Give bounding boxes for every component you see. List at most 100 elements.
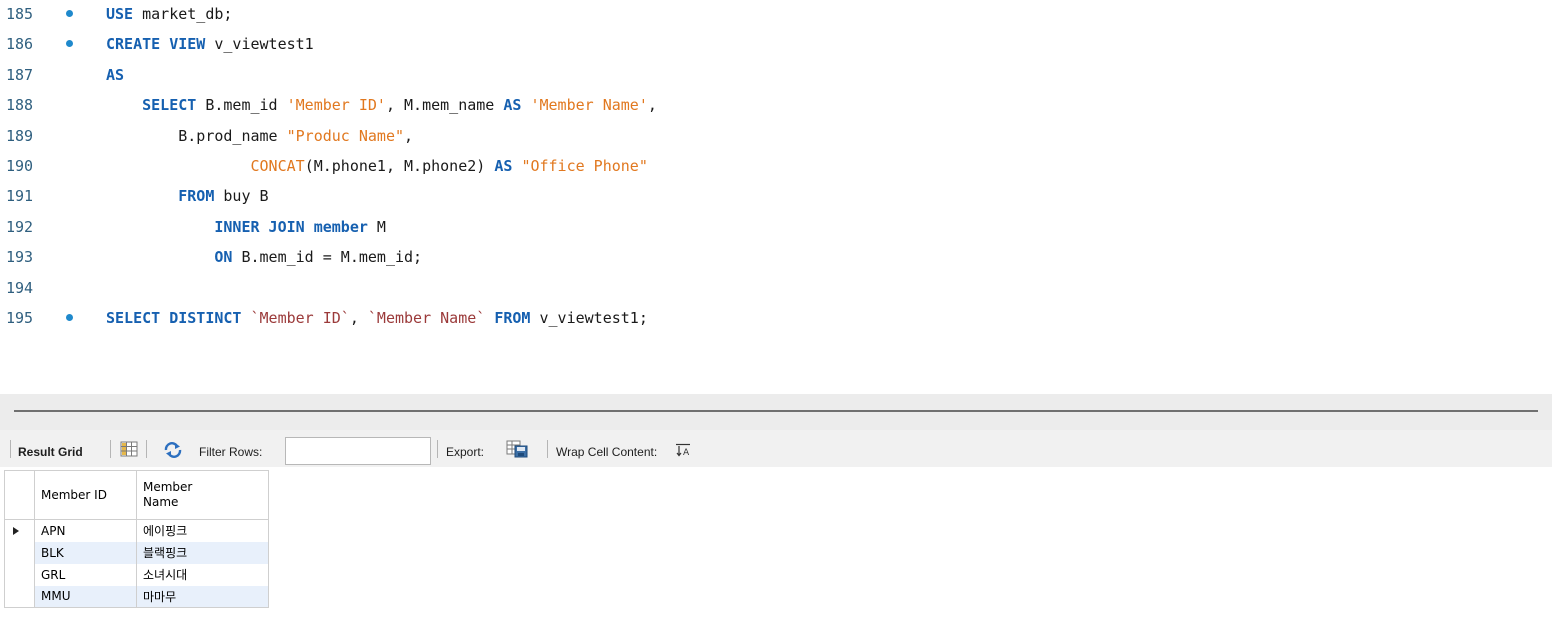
sql-keyword: SELECT — [142, 96, 197, 115]
sql-text: v_viewtest1 — [205, 35, 314, 54]
result-table: Member ID Member Name APN 에이핑크 BLK 블랙핑크 — [4, 470, 269, 608]
filter-rows-label: Filter Rows: — [199, 445, 263, 459]
code-line[interactable]: 190 CONCAT(M.phone1, M.phone2) AS "Offic… — [0, 152, 1552, 182]
cell-member-name[interactable]: 마마무 — [136, 585, 269, 608]
line-number: 190 — [6, 157, 34, 175]
table-row[interactable]: MMU 마마무 — [4, 585, 269, 608]
code-text: ON B.mem_id = M.mem_id; — [106, 248, 422, 266]
row-selector[interactable] — [4, 541, 35, 564]
sql-string: "Produc Name" — [286, 126, 405, 145]
sql-keyword: AS — [494, 157, 513, 175]
code-line[interactable]: 188 SELECT B.mem_id 'Member ID', M.mem_n… — [0, 91, 1552, 121]
cell-member-id[interactable]: APN — [34, 519, 137, 542]
table-header-row: Member ID Member Name — [4, 470, 269, 520]
sql-text: , — [404, 126, 414, 145]
line-number: 187 — [6, 65, 34, 84]
row-selector[interactable] — [4, 585, 35, 608]
cell-member-id[interactable]: MMU — [34, 585, 137, 608]
statement-marker-icon — [66, 10, 73, 17]
column-header-label: Member — [143, 480, 193, 494]
table-row[interactable]: GRL 소녀시대 — [4, 563, 269, 586]
sql-keyword: INNER JOIN — [214, 217, 305, 236]
line-number: 188 — [6, 96, 34, 115]
code-line[interactable]: 195 SELECT DISTINCT `Member ID`, `Member … — [0, 304, 1552, 334]
sql-keyword: FROM — [494, 309, 531, 327]
sql-keyword: USE — [106, 5, 134, 23]
code-line[interactable]: 194 — [0, 274, 1552, 304]
splitter-handle[interactable] — [14, 410, 1538, 412]
sql-text: , M.mem_name — [385, 96, 504, 115]
statement-marker-icon — [66, 40, 73, 48]
toolbar-separator — [10, 440, 11, 458]
sql-text: B.mem_id = M.mem_id; — [232, 248, 423, 267]
export-label: Export: — [446, 445, 485, 459]
statement-marker-icon — [66, 314, 73, 321]
sql-keyword: ON — [214, 248, 233, 267]
code-text: AS — [106, 66, 124, 84]
code-text: SELECT B.mem_id 'Member ID', M.mem_name … — [106, 96, 657, 114]
cell-member-id[interactable]: GRL — [34, 563, 137, 586]
cell-member-name[interactable]: 블랙핑크 — [136, 541, 269, 564]
cell-member-name[interactable]: 에이핑크 — [136, 519, 269, 542]
sql-text: market_db; — [133, 5, 233, 23]
toolbar-separator — [437, 440, 438, 458]
row-header-corner[interactable] — [4, 470, 35, 520]
current-row-arrow-icon — [13, 527, 19, 535]
sql-text: B.mem_id — [196, 96, 287, 115]
filter-rows-input[interactable] — [285, 437, 431, 465]
line-number: 194 — [6, 278, 34, 297]
sql-function: CONCAT — [250, 157, 305, 175]
code-line[interactable]: 192 INNER JOIN member M — [0, 213, 1552, 243]
sql-text: , — [349, 309, 368, 327]
sql-keyword: FROM — [178, 187, 215, 206]
wrap-cell-content-label: Wrap Cell Content: — [556, 445, 658, 459]
sql-text: (M.phone1, M.phone2) — [304, 157, 495, 175]
sql-text: B.prod_name — [106, 126, 287, 145]
sql-string: 'Member Name' — [530, 96, 648, 115]
sql-text: buy B — [214, 187, 269, 206]
sql-keyword: AS — [503, 96, 522, 115]
column-header-label: Member ID — [41, 488, 107, 502]
sql-keyword: CREATE VIEW — [106, 35, 206, 54]
code-line[interactable]: 186 CREATE VIEW v_viewtest1 — [0, 30, 1552, 60]
grid-view-icon[interactable] — [120, 441, 138, 460]
line-number: 185 — [6, 5, 34, 23]
sql-keyword: AS — [106, 65, 125, 84]
code-line[interactable]: 187 AS — [0, 61, 1552, 91]
sql-keyword: member — [313, 217, 368, 236]
sql-text: , — [647, 96, 657, 115]
line-number: 191 — [6, 187, 34, 206]
cell-member-id[interactable]: BLK — [34, 541, 137, 564]
code-text: B.prod_name "Produc Name", — [106, 127, 413, 145]
table-row[interactable]: APN 에이핑크 — [4, 519, 269, 542]
code-line[interactable]: 191 FROM buy B — [0, 182, 1552, 212]
result-toolbar: Result Grid Filter Rows: Export: Wrap Ce… — [0, 430, 1552, 467]
wrap-cell-icon[interactable]: A — [675, 443, 691, 460]
row-selector[interactable] — [4, 519, 35, 542]
column-header-member-id[interactable]: Member ID — [34, 470, 137, 520]
cell-member-name[interactable]: 소녀시대 — [136, 563, 269, 586]
sql-editor[interactable]: 185 USE market_db; 186 CREATE VIEW v_viewte… — [0, 0, 1552, 394]
code-line[interactable]: 193 ON B.mem_id = M.mem_id; — [0, 243, 1552, 273]
refresh-icon[interactable] — [163, 442, 183, 461]
table-row[interactable]: BLK 블랙핑크 — [4, 541, 269, 564]
sql-text: M — [367, 217, 386, 236]
toolbar-separator — [110, 440, 111, 458]
panel-splitter[interactable] — [0, 394, 1552, 430]
line-number: 193 — [6, 248, 34, 267]
code-text: CONCAT(M.phone1, M.phone2) AS "Office Ph… — [106, 157, 648, 175]
code-text: INNER JOIN member M — [106, 218, 386, 236]
svg-text:A: A — [683, 448, 690, 457]
column-header-label: Name — [143, 495, 179, 509]
code-line[interactable]: 185 USE market_db; — [0, 0, 1552, 30]
column-header-member-name[interactable]: Member Name — [136, 470, 269, 520]
export-icon[interactable] — [506, 440, 528, 461]
code-line[interactable]: 189 B.prod_name "Produc Name", — [0, 122, 1552, 152]
row-selector[interactable] — [4, 563, 35, 586]
result-grid-tab[interactable]: Result Grid — [18, 445, 83, 459]
toolbar-separator — [146, 440, 147, 458]
